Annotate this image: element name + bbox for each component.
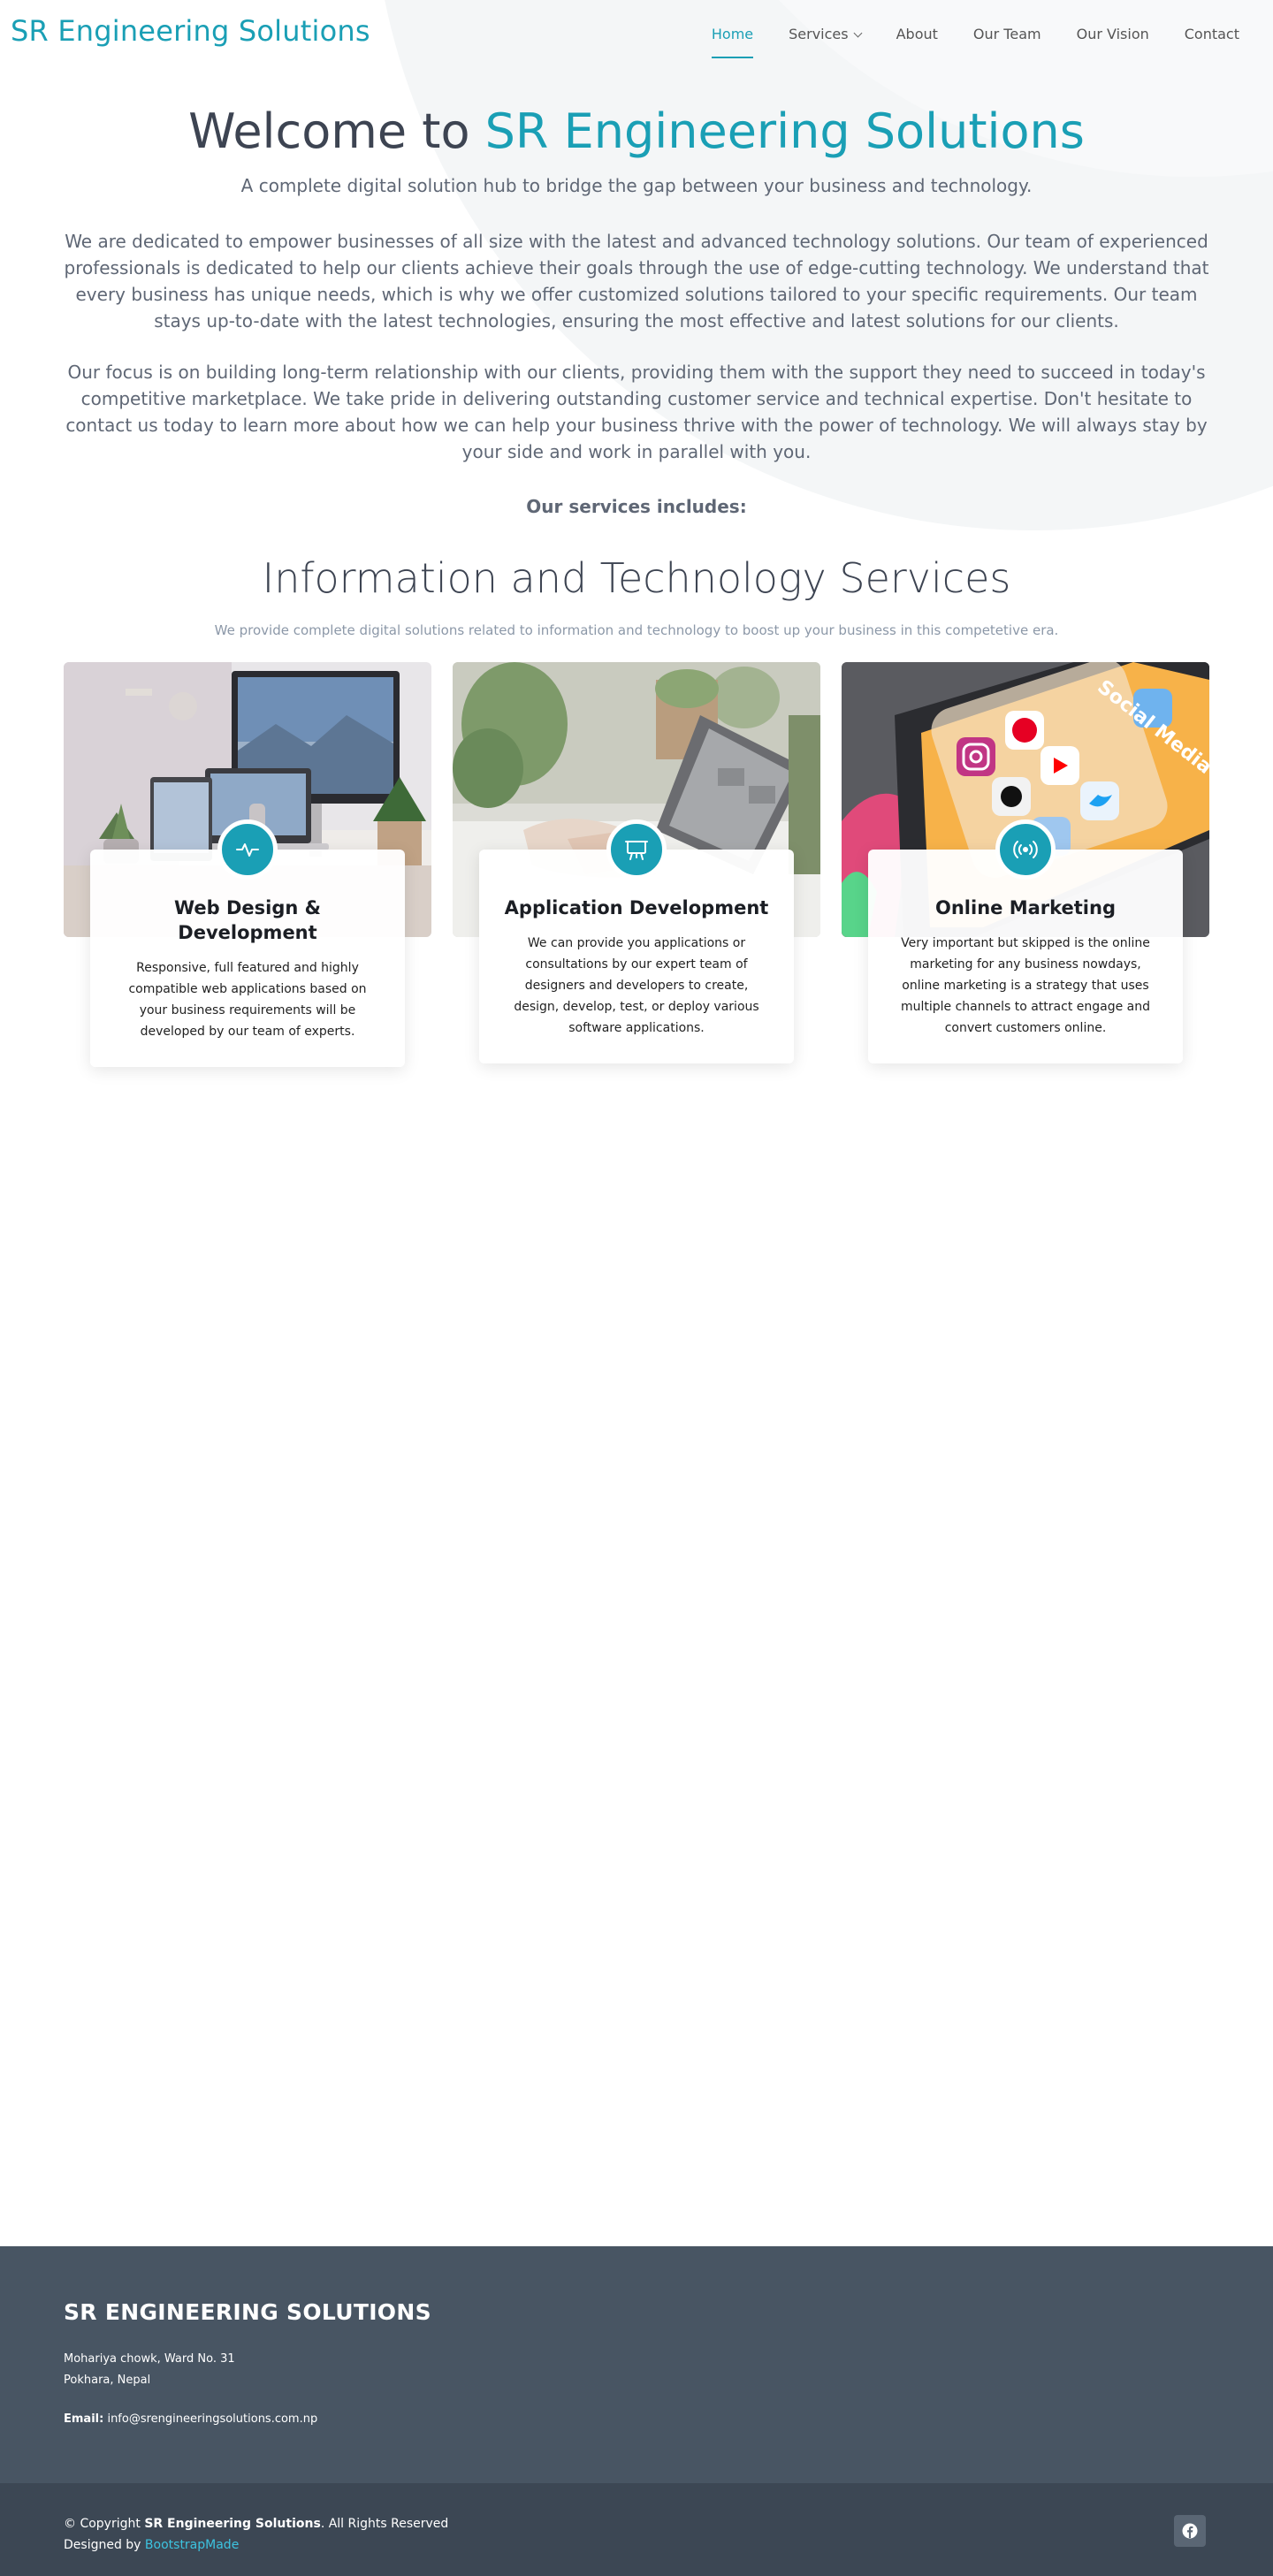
app-development-card-content: Application Development We can provide y… [479, 819, 794, 1063]
service-card-app-development[interactable]: Application Development We can provide y… [453, 662, 820, 1090]
main-nav: Home Services About Our Team Our Vision … [694, 25, 1257, 58]
web-design-description: Responsive, full featured and highly com… [128, 961, 367, 1039]
site-header: SR Engineering Solutions Home Services A… [0, 0, 1273, 69]
footer-address-line-1: Mohariya chowk, Ward No. 31 [64, 2352, 235, 2366]
footer-company-name: SR ENGINEERING SOLUTIONS [64, 2299, 431, 2325]
credits-line: Designed by BootstrapMade [64, 2534, 448, 2556]
footer-top: SR ENGINEERING SOLUTIONS Mohariya chowk,… [0, 2246, 1273, 2483]
site-logo[interactable]: SR Engineering Solutions [11, 14, 370, 48]
easel-icon [606, 819, 667, 880]
footer-address: Mohariya chowk, Ward No. 31 Pokhara, Nep… [64, 2349, 235, 2391]
online-marketing-card-content: Online Marketing Very important but skip… [868, 819, 1183, 1063]
nav-our-team[interactable]: Our Team [956, 25, 1059, 58]
nav-home-label: Home [711, 26, 754, 42]
welcome-title-prefix: Welcome to [188, 103, 470, 159]
service-card-web-design[interactable]: Web Design & Development Responsive, ful… [64, 662, 431, 1090]
copyright-suffix: . All Rights Reserved [320, 2517, 449, 2531]
nav-services[interactable]: Services [771, 25, 878, 58]
services-includes-heading: Our services includes: [526, 496, 747, 517]
broadcast-icon [995, 819, 1056, 880]
footer-email: Email: info@srengineeringsolutions.com.n… [64, 2412, 317, 2426]
facebook-button[interactable] [1174, 2515, 1206, 2547]
nav-about-label: About [896, 26, 938, 42]
welcome-title-accent: SR Engineering Solutions [484, 103, 1085, 159]
nav-about[interactable]: About [879, 25, 956, 58]
web-design-title: Web Design & Development [174, 897, 321, 943]
nav-our-vision[interactable]: Our Vision [1059, 25, 1167, 58]
activity-icon [217, 819, 278, 880]
footer-email-label: Email: [64, 2412, 104, 2426]
designer-link[interactable]: BootstrapMade [145, 2538, 239, 2552]
nav-home[interactable]: Home [694, 25, 771, 58]
copyright-line: © Copyright SR Engineering Solutions. Al… [64, 2513, 448, 2534]
nav-contact[interactable]: Contact [1167, 25, 1257, 58]
nav-our-vision-label: Our Vision [1076, 26, 1149, 42]
services-section-subtitle: We provide complete digital solutions re… [214, 622, 1059, 638]
welcome-title: Welcome to SR Engineering Solutions [0, 95, 1273, 168]
welcome-tagline: A complete digital solution hub to bridg… [240, 175, 1033, 196]
copyright-name: SR Engineering Solutions [144, 2517, 321, 2531]
web-design-card-content: Web Design & Development Responsive, ful… [90, 819, 405, 1067]
app-development-title: Application Development [504, 897, 769, 918]
designed-by-label: Designed by [64, 2538, 141, 2552]
welcome-paragraph-1: We are dedicated to empower businesses o… [64, 231, 1209, 332]
footer-address-line-2: Pokhara, Nepal [64, 2374, 151, 2387]
footer-copyright: © Copyright SR Engineering Solutions. Al… [64, 2513, 448, 2556]
welcome-paragraph-2: Our focus is on building long-term relat… [65, 362, 1208, 462]
service-cards: Web Design & Development Responsive, ful… [64, 662, 1209, 1090]
nav-our-team-label: Our Team [972, 26, 1041, 42]
welcome-section: Welcome to SR Engineering Solutions A co… [0, 95, 1273, 638]
footer-bottom: © Copyright SR Engineering Solutions. Al… [0, 2483, 1273, 2576]
app-development-description: We can provide you applications or consu… [514, 936, 759, 1035]
chevron-down-icon [853, 28, 863, 38]
copyright-prefix: © Copyright [64, 2517, 141, 2531]
facebook-icon [1182, 2523, 1198, 2539]
nav-contact-label: Contact [1184, 26, 1239, 42]
online-marketing-title: Online Marketing [935, 897, 1116, 918]
footer-email-address[interactable]: info@srengineeringsolutions.com.np [107, 2412, 317, 2426]
online-marketing-description: Very important but skipped is the online… [900, 936, 1151, 1035]
services-section-title: Information and Technology Services [262, 554, 1011, 602]
nav-services-label: Services [789, 26, 849, 42]
service-card-online-marketing[interactable]: Social Media Online Marketing Very impor… [842, 662, 1209, 1090]
